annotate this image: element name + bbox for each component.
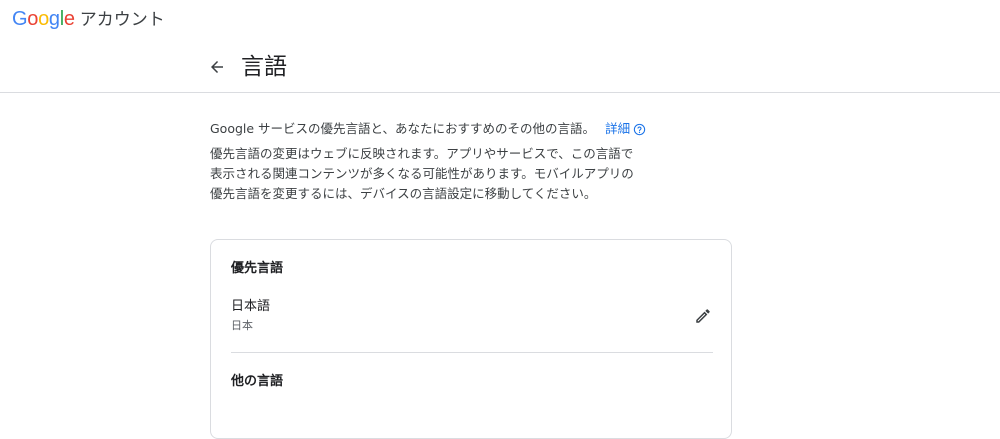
page-title: 言語	[241, 54, 287, 80]
description-line: 優先言語の変更はウェブに反映されます。アプリやサービスで、この言語で	[210, 146, 634, 161]
description-line: 優先言語を変更するには、デバイスの言語設定に移動してください。	[210, 186, 597, 201]
learn-more-link[interactable]: 詳細	[605, 120, 646, 138]
logo-letter-o1: o	[27, 8, 39, 30]
logo-letter-g: G	[12, 8, 28, 30]
page-header: 言語	[0, 38, 1000, 93]
logo-letter-e: e	[63, 8, 75, 30]
language-name: 日本語	[231, 299, 271, 314]
other-languages-heading: 他の言語	[231, 374, 284, 389]
intro-sentence: Google サービスの優先言語と、あなたにおすすめのその他の言語。	[210, 121, 596, 136]
main-content: Google サービスの優先言語と、あなたにおすすめのその他の言語。 詳細 優先…	[210, 93, 732, 439]
learn-more-label: 詳細	[605, 121, 631, 136]
language-card: 優先言語 日本語 日本 他の言語	[210, 239, 732, 439]
brand[interactable]: Google アカウント	[12, 7, 165, 32]
divider	[231, 352, 713, 353]
language-region: 日本	[231, 319, 253, 332]
preferred-language-row[interactable]: 日本語 日本	[231, 298, 713, 338]
help-circle-icon	[633, 123, 646, 135]
logo-letter-o2: o	[38, 8, 49, 30]
top-bar: Google アカウント	[0, 0, 1000, 38]
arrow-back-icon	[211, 61, 223, 73]
intro-text: Google サービスの優先言語と、あなたにおすすめのその他の言語。 詳細	[210, 120, 732, 138]
pencil-icon	[696, 309, 710, 323]
logo-letter-g2: g	[48, 8, 60, 30]
edit-language-button[interactable]	[691, 304, 715, 328]
preferred-language-heading: 優先言語	[231, 261, 284, 276]
back-button[interactable]	[203, 53, 231, 81]
google-logo: Google	[12, 7, 75, 31]
product-name: アカウント	[79, 10, 165, 30]
description-line: 表示される関連コンテンツが多くなる可能性があります。モバイルアプリの	[210, 166, 634, 181]
description: 優先言語の変更はウェブに反映されます。アプリやサービスで、この言語で 表示される…	[210, 144, 732, 204]
